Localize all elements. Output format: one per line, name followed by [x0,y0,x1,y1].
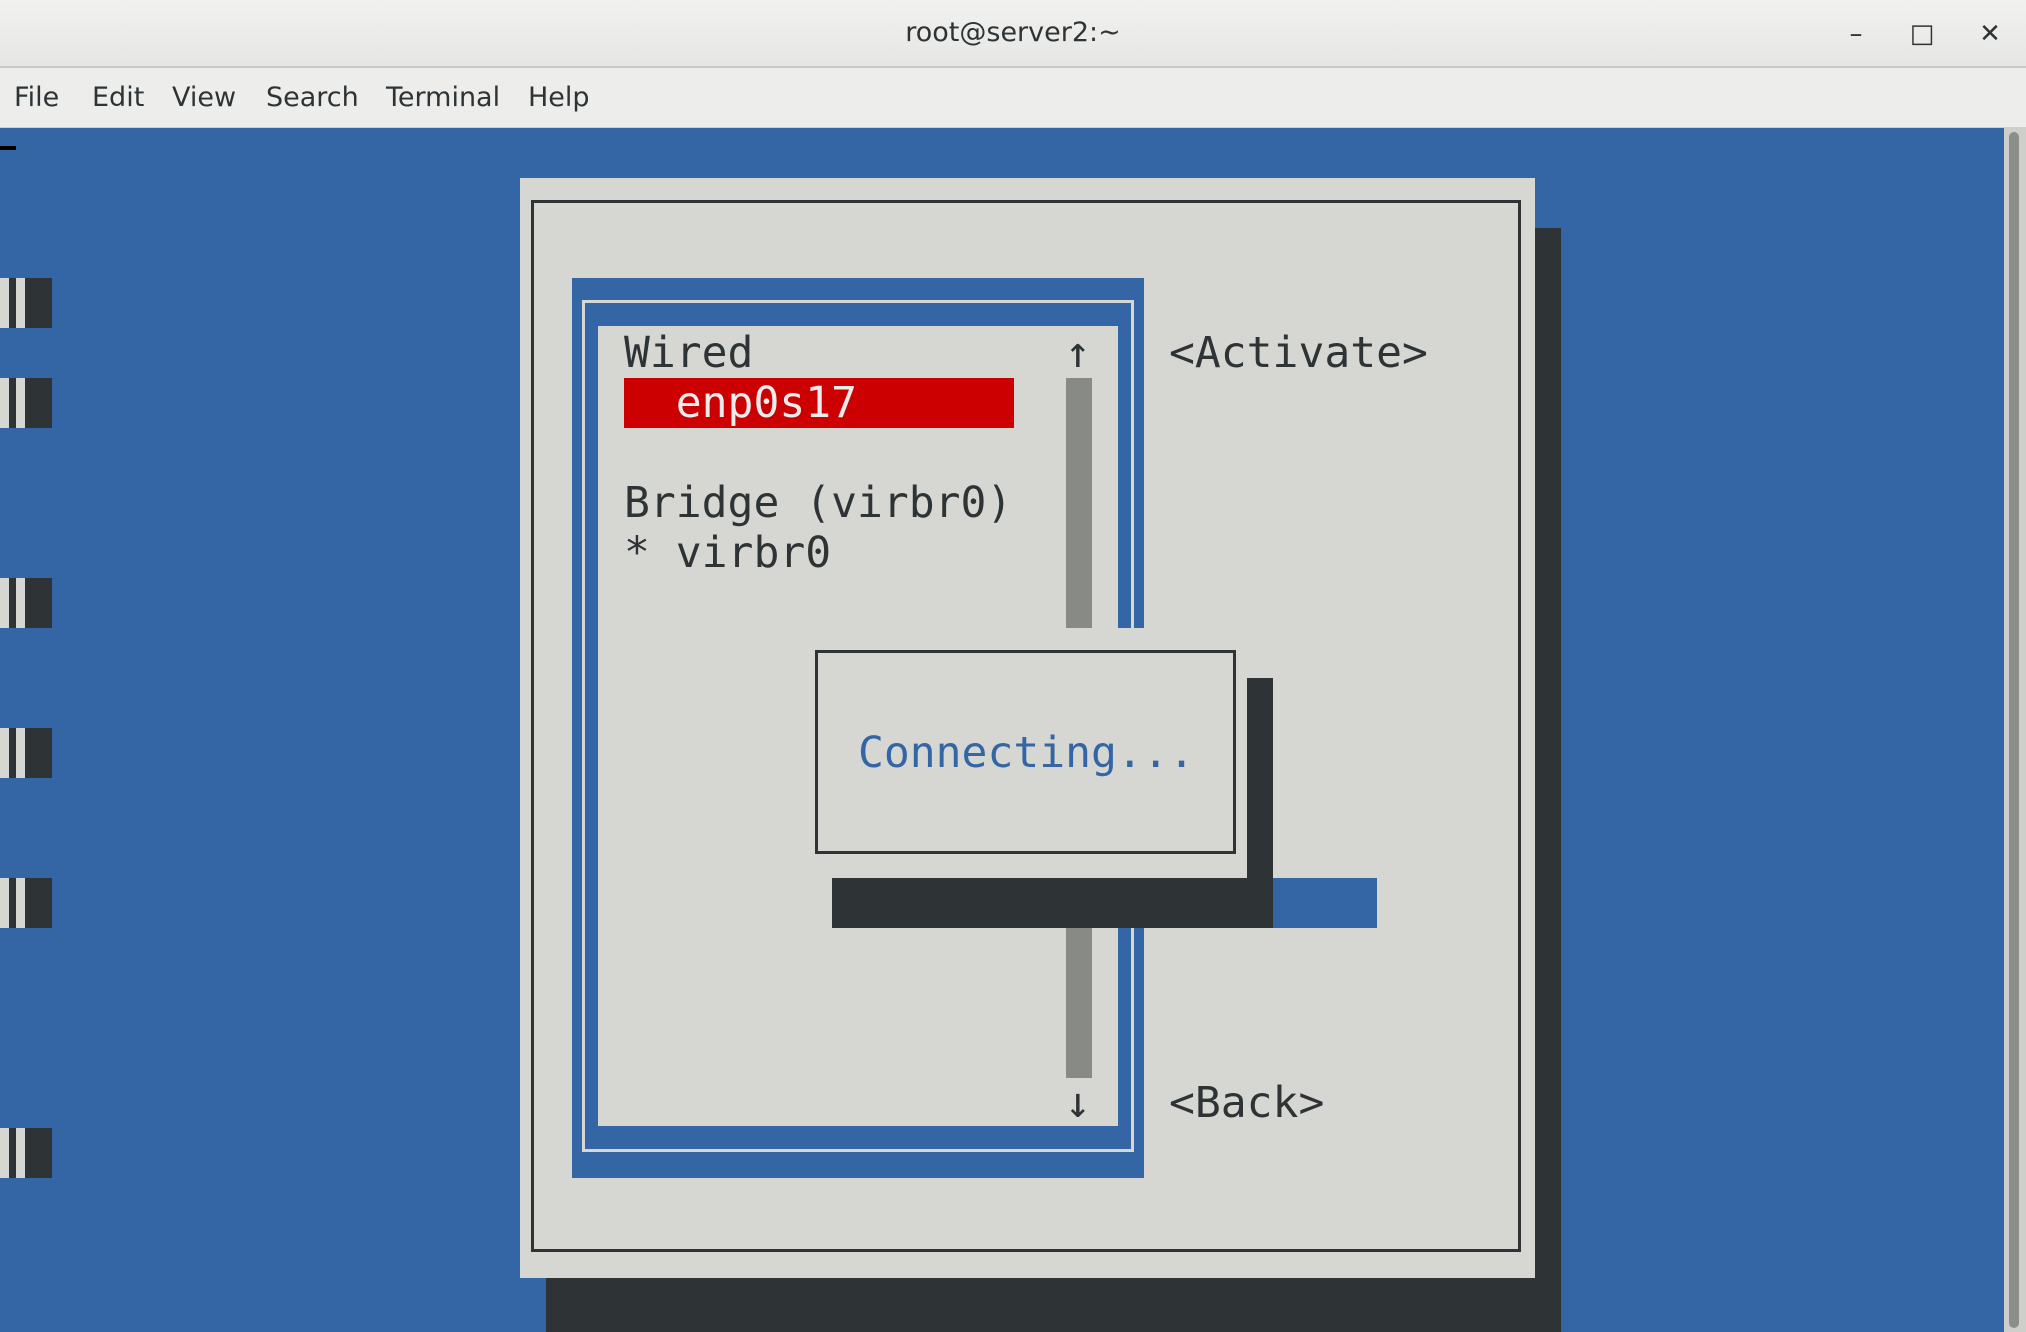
scroll-down-arrow[interactable]: ↓ [1065,1078,1091,1128]
dialog-shadow-bottom [546,1278,1561,1332]
background-fragment [0,878,52,928]
window-title: root@server2:~ [905,17,1121,48]
background-fragment [0,378,52,428]
text-cursor [0,146,16,150]
menu-help[interactable]: Help [528,68,590,128]
activate-button[interactable]: <Activate> [1169,328,1428,378]
menu-search[interactable]: Search [266,68,359,128]
background-fragment [0,278,52,328]
terminal-scrollbar-thumb[interactable] [2009,132,2019,1328]
background-fragment [0,1128,52,1178]
menu-edit[interactable]: Edit [92,68,144,128]
scroll-up-arrow[interactable]: ↑ [1065,328,1091,378]
back-button[interactable]: <Back> [1169,1078,1324,1128]
maximize-icon[interactable]: □ [1900,12,1944,56]
terminal-screen[interactable]: Wired enp0s17 Bridge (virbr0) * virbr0 ↑… [0,128,2004,1332]
dialog-shadow-right [1535,228,1561,1332]
background-fragment [0,728,52,778]
group-header-wired: Wired [624,328,754,378]
menu-terminal[interactable]: Terminal [386,68,500,128]
menu-view[interactable]: View [172,68,236,128]
popup-message: Connecting... [858,728,1195,778]
close-icon[interactable]: ✕ [1968,12,2012,56]
background-fragment [0,578,52,628]
group-header-bridge: Bridge (virbr0) [624,478,1013,528]
popup-blue-strip [1273,878,1377,928]
minimize-icon[interactable]: – [1834,12,1878,56]
list-item-virbr0[interactable]: * virbr0 [624,528,831,578]
popup-shadow-bottom [832,878,1273,928]
list-item-enp0s17-label: enp0s17 [624,378,857,428]
menu-file[interactable]: File [14,68,59,128]
